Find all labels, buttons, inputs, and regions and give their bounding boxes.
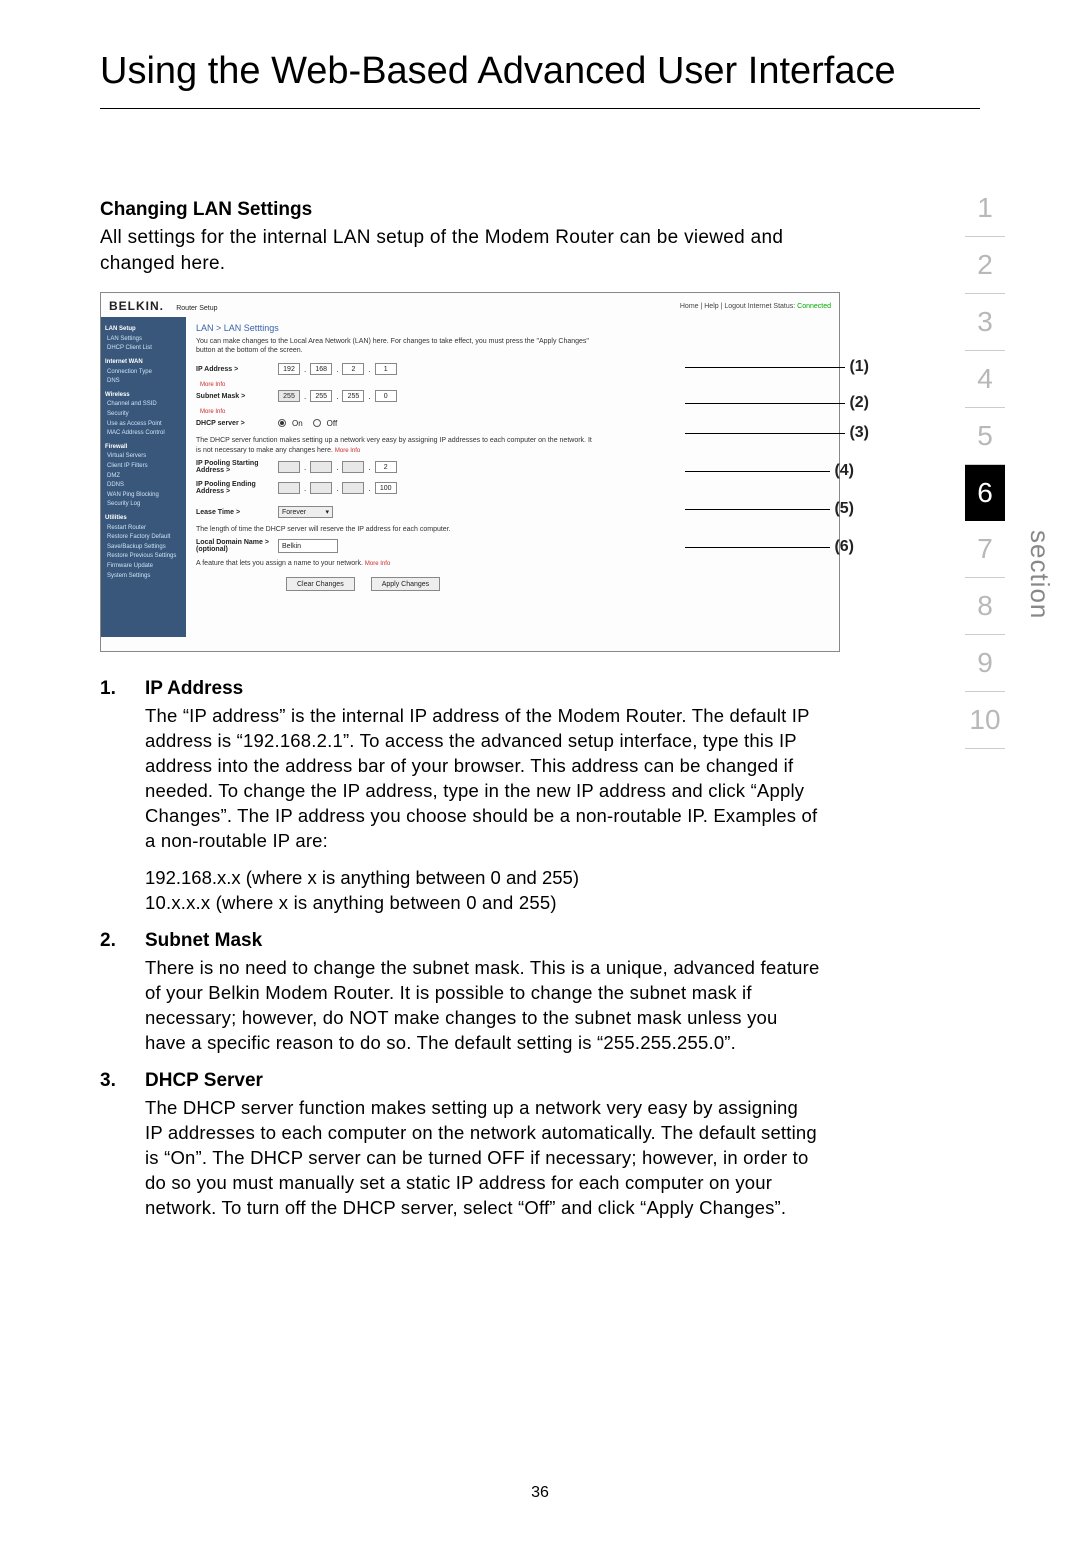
ip-octet-2[interactable]: 168 <box>310 363 332 375</box>
apply-changes-button[interactable]: Apply Changes <box>371 577 440 591</box>
callout-4: (4) <box>834 463 854 479</box>
section-label: section <box>1024 530 1055 619</box>
callout-1: (1) <box>849 359 869 375</box>
ip-address-label: IP Address > <box>196 366 274 373</box>
ip-octet-1[interactable]: 192 <box>278 363 300 375</box>
mask-octet-4[interactable]: 0 <box>375 390 397 402</box>
callout-5: (5) <box>834 501 854 517</box>
callout-3: (3) <box>849 425 869 441</box>
section-nav-1[interactable]: 1 <box>965 180 1005 237</box>
pool-end-4[interactable]: 100 <box>375 482 397 494</box>
pool-end-2[interactable] <box>310 482 332 494</box>
dhcp-off-radio[interactable] <box>313 419 321 427</box>
page-description: You can make changes to the Local Area N… <box>196 337 596 355</box>
section-nav-9[interactable]: 9 <box>965 635 1005 692</box>
pool-end-label: IP Pooling Ending Address > <box>196 481 274 495</box>
mask-octet-2[interactable]: 255 <box>310 390 332 402</box>
item-number-2: 2. <box>100 930 145 1056</box>
section-nav-3[interactable]: 3 <box>965 294 1005 351</box>
pool-end-1[interactable] <box>278 482 300 494</box>
item-title-ip-address: IP Address <box>145 678 820 700</box>
section-nav-10[interactable]: 10 <box>965 692 1005 749</box>
page-number: 36 <box>0 1484 1080 1502</box>
clear-changes-button[interactable]: Clear Changes <box>286 577 355 591</box>
item-extra-1a: 192.168.x.x (where x is anything between… <box>145 866 820 891</box>
pool-start-1[interactable] <box>278 461 300 473</box>
list-item: 1. IP Address The “IP address” is the in… <box>100 678 820 916</box>
subnet-mask-label: Subnet Mask > <box>196 393 274 400</box>
section-nav-7[interactable]: 7 <box>965 521 1005 578</box>
pool-start-4[interactable]: 2 <box>375 461 397 473</box>
intro-paragraph: All settings for the internal LAN setup … <box>100 225 820 276</box>
dhcp-server-label: DHCP server > <box>196 420 274 427</box>
pool-start-3[interactable] <box>342 461 364 473</box>
ip-octet-3[interactable]: 2 <box>342 363 364 375</box>
breadcrumb: LAN > LAN Setttings <box>196 323 829 333</box>
lease-time-label: Lease Time > <box>196 509 274 516</box>
section-nav-4[interactable]: 4 <box>965 351 1005 408</box>
section-nav-6[interactable]: 6 <box>965 465 1005 521</box>
header-subtitle: Router Setup <box>176 305 217 312</box>
brand-logo: BELKIN. <box>109 299 164 313</box>
item-title-dhcp-server: DHCP Server <box>145 1070 820 1092</box>
lease-description: The length of time the DHCP server will … <box>196 525 596 534</box>
pool-end-3[interactable] <box>342 482 364 494</box>
item-number-1: 1. <box>100 678 145 916</box>
item-extra-1b: 10.x.x.x (where x is anything between 0 … <box>145 891 820 916</box>
item-title-subnet-mask: Subnet Mask <box>145 930 820 952</box>
callout-6: (6) <box>834 539 854 555</box>
list-item: 3. DHCP Server The DHCP server function … <box>100 1070 820 1221</box>
internet-status: Connected <box>797 303 831 310</box>
item-body-dhcp-server: The DHCP server function makes setting u… <box>145 1096 820 1221</box>
list-item: 2. Subnet Mask There is no need to chang… <box>100 930 820 1056</box>
callout-2: (2) <box>849 395 869 411</box>
mask-octet-1[interactable]: 255 <box>278 390 300 402</box>
ip-octet-4[interactable]: 1 <box>375 363 397 375</box>
item-body-ip-address: The “IP address” is the internal IP addr… <box>145 704 820 854</box>
section-nav-2[interactable]: 2 <box>965 237 1005 294</box>
lease-time-select[interactable]: Forever▾ <box>278 506 333 518</box>
item-number-3: 3. <box>100 1070 145 1221</box>
section-nav-5[interactable]: 5 <box>965 408 1005 465</box>
dhcp-on-radio[interactable] <box>278 419 286 427</box>
page-title: Using the Web-Based Advanced User Interf… <box>100 50 980 109</box>
section-nav: 1 2 3 4 5 6 7 8 9 10 <box>950 180 1020 749</box>
sidebar-nav[interactable]: LAN Setup LAN Settings DHCP Client List … <box>101 317 186 637</box>
chevron-down-icon: ▾ <box>325 508 329 516</box>
domain-description: A feature that lets you assign a name to… <box>196 559 596 569</box>
item-body-subnet-mask: There is no need to change the subnet ma… <box>145 956 820 1056</box>
dhcp-description: The DHCP server function makes setting u… <box>196 436 596 455</box>
local-domain-input[interactable]: Belkin <box>278 539 338 553</box>
pool-start-label: IP Pooling Starting Address > <box>196 460 274 474</box>
top-linkbar: Home | Help | Logout Internet Status: Co… <box>680 303 831 310</box>
section-nav-8[interactable]: 8 <box>965 578 1005 635</box>
router-admin-screenshot: BELKIN. Router Setup Home | Help | Logou… <box>100 292 840 652</box>
pool-start-2[interactable] <box>310 461 332 473</box>
subheading-changing-lan: Changing LAN Settings <box>100 199 820 221</box>
mask-octet-3[interactable]: 255 <box>342 390 364 402</box>
local-domain-label: Local Domain Name > (optional) <box>196 539 274 553</box>
